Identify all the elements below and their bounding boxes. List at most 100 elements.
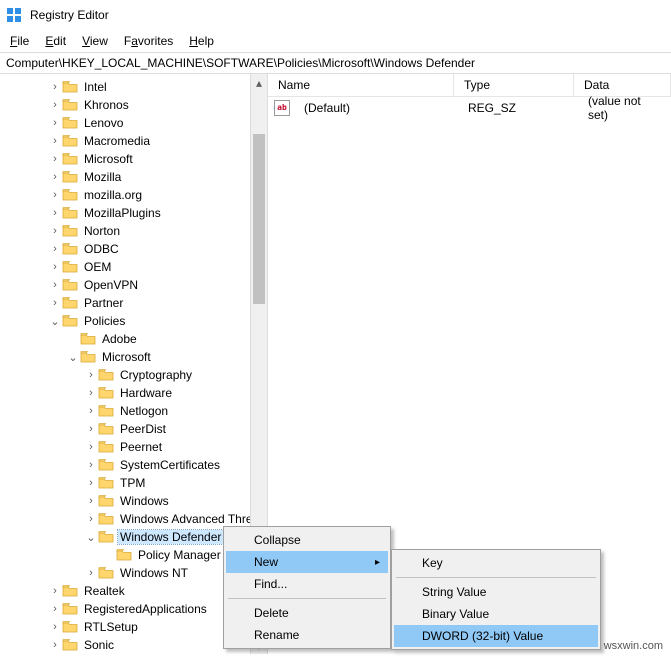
folder-icon <box>80 350 96 364</box>
tree-item-mozilla[interactable]: › Mozilla <box>0 168 267 186</box>
chevron-right-icon[interactable]: › <box>48 242 62 256</box>
chevron-down-icon[interactable]: ⌄ <box>66 350 80 364</box>
chevron-right-icon[interactable]: › <box>48 80 62 94</box>
menu-favorites[interactable]: Favorites <box>118 32 179 50</box>
folder-icon <box>98 494 114 508</box>
chevron-right-icon[interactable]: › <box>48 278 62 292</box>
tree-item-openvpn[interactable]: ›OpenVPN <box>0 276 267 294</box>
value-name: (Default) <box>294 101 458 115</box>
tree-item-partner[interactable]: ›Partner <box>0 294 267 312</box>
cm-new-key[interactable]: Key <box>394 552 598 574</box>
chevron-right-icon[interactable]: › <box>48 134 62 148</box>
tree-item-microsoft[interactable]: ›Microsoft <box>0 150 267 168</box>
menu-edit[interactable]: Edit <box>39 32 72 50</box>
chevron-right-icon[interactable]: › <box>48 170 62 184</box>
chevron-right-icon[interactable]: › <box>84 422 98 436</box>
tree-item-hardware[interactable]: ›Hardware <box>0 384 267 402</box>
tree-label: Windows <box>118 494 171 508</box>
cm-new[interactable]: New ▸ <box>226 551 388 573</box>
list-row[interactable]: ab (Default) REG_SZ (value not set) <box>268 97 671 115</box>
tree-item-policies[interactable]: ⌄Policies <box>0 312 267 330</box>
footer-watermark: wsxwin.com <box>604 640 663 652</box>
tree-label: Mozilla <box>82 170 123 184</box>
chevron-right-icon[interactable]: › <box>84 404 98 418</box>
tree-item-systemcertificates[interactable]: ›SystemCertificates <box>0 456 267 474</box>
tree-item-peernet[interactable]: ›Peernet <box>0 438 267 456</box>
folder-icon <box>62 620 78 634</box>
col-name[interactable]: Name <box>268 74 454 96</box>
chevron-right-icon[interactable]: › <box>84 494 98 508</box>
tree-item-intel[interactable]: › Intel <box>0 78 267 96</box>
cm-rename[interactable]: Rename <box>226 624 388 646</box>
tree-label: Microsoft <box>100 350 153 364</box>
chevron-right-icon[interactable]: › <box>84 386 98 400</box>
tree-item-norton[interactable]: ›Norton <box>0 222 267 240</box>
tree-item-windows[interactable]: › Windows <box>0 492 267 510</box>
chevron-right-icon[interactable]: › <box>84 512 98 526</box>
tree-item-lenovo[interactable]: ›Lenovo <box>0 114 267 132</box>
tree-item-cryptography[interactable]: ›Cryptography <box>0 366 267 384</box>
tree-label: RTLSetup <box>82 620 140 634</box>
chevron-right-icon[interactable]: › <box>48 152 62 166</box>
submenu-arrow-icon: ▸ <box>375 557 380 568</box>
cm-find[interactable]: Find... <box>226 573 388 595</box>
tree-item-odbc[interactable]: ›ODBC <box>0 240 267 258</box>
chevron-down-icon[interactable]: ⌄ <box>84 530 98 544</box>
tree-label: Realtek <box>82 584 127 598</box>
chevron-right-icon[interactable]: › <box>48 116 62 130</box>
col-type[interactable]: Type <box>454 74 574 96</box>
tree-item-mozilla-org[interactable]: ›mozilla.org <box>0 186 267 204</box>
chevron-right-icon[interactable]: › <box>84 476 98 490</box>
folder-icon <box>62 278 78 292</box>
menu-view[interactable]: View <box>76 32 114 50</box>
chevron-right-icon[interactable]: › <box>84 458 98 472</box>
path-bar[interactable]: Computer\HKEY_LOCAL_MACHINE\SOFTWARE\Pol… <box>0 52 671 74</box>
chevron-right-icon[interactable]: › <box>48 224 62 238</box>
chevron-right-icon[interactable]: › <box>48 206 62 220</box>
tree-label: Adobe <box>100 332 139 346</box>
tree-label: Windows NT <box>118 566 190 580</box>
chevron-down-icon[interactable]: ⌄ <box>48 314 62 328</box>
chevron-right-icon[interactable]: › <box>48 620 62 634</box>
cm-delete[interactable]: Delete <box>226 602 388 624</box>
folder-icon <box>98 530 114 544</box>
folder-icon <box>62 170 78 184</box>
tree-item-netlogon[interactable]: ›Netlogon <box>0 402 267 420</box>
chevron-right-icon[interactable]: › <box>48 602 62 616</box>
tree-item-macromedia[interactable]: › Macromedia <box>0 132 267 150</box>
chevron-right-icon[interactable]: › <box>48 638 62 652</box>
chevron-right-icon[interactable]: › <box>48 98 62 112</box>
tree-item-tpm[interactable]: ›TPM <box>0 474 267 492</box>
list-pane: Name Type Data ab (Default) REG_SZ (valu… <box>268 74 671 654</box>
tree-item-peerdist[interactable]: ›PeerDist <box>0 420 267 438</box>
cm-collapse[interactable]: Collapse <box>226 529 388 551</box>
menu-file[interactable]: File <box>4 32 35 50</box>
scroll-thumb[interactable] <box>253 134 265 304</box>
menubar: File Edit View Favorites Help <box>0 30 671 52</box>
tree-label: Sonic <box>82 638 116 652</box>
chevron-right-icon[interactable]: › <box>48 584 62 598</box>
tree-item-adobe[interactable]: Adobe <box>0 330 267 348</box>
folder-icon <box>62 584 78 598</box>
tree-item-khronos[interactable]: ›Khronos <box>0 96 267 114</box>
chevron-right-icon[interactable]: › <box>84 440 98 454</box>
tree-item-policies-microsoft[interactable]: ⌄ Microsoft <box>0 348 267 366</box>
value-type: REG_SZ <box>458 101 578 115</box>
tree-item-oem[interactable]: ›OEM <box>0 258 267 276</box>
cm-new-binary[interactable]: Binary Value <box>394 603 598 625</box>
folder-icon <box>116 548 132 562</box>
tree-item-mozillaplugins[interactable]: ›MozillaPlugins <box>0 204 267 222</box>
chevron-right-icon[interactable]: › <box>48 260 62 274</box>
tree-label: Macromedia <box>82 134 152 148</box>
cm-new-string[interactable]: String Value <box>394 581 598 603</box>
chevron-right-icon[interactable]: › <box>48 188 62 202</box>
chevron-right-icon[interactable]: › <box>84 566 98 580</box>
scroll-up-icon[interactable]: ▴ <box>251 74 267 91</box>
context-menu-new: Key String Value Binary Value DWORD (32-… <box>391 549 601 650</box>
menu-help[interactable]: Help <box>183 32 220 50</box>
cm-new-dword[interactable]: DWORD (32-bit) Value <box>394 625 598 647</box>
chevron-right-icon[interactable]: › <box>84 368 98 382</box>
tree-label: Intel <box>82 80 109 94</box>
chevron-right-icon[interactable]: › <box>48 296 62 310</box>
folder-icon <box>62 116 78 130</box>
